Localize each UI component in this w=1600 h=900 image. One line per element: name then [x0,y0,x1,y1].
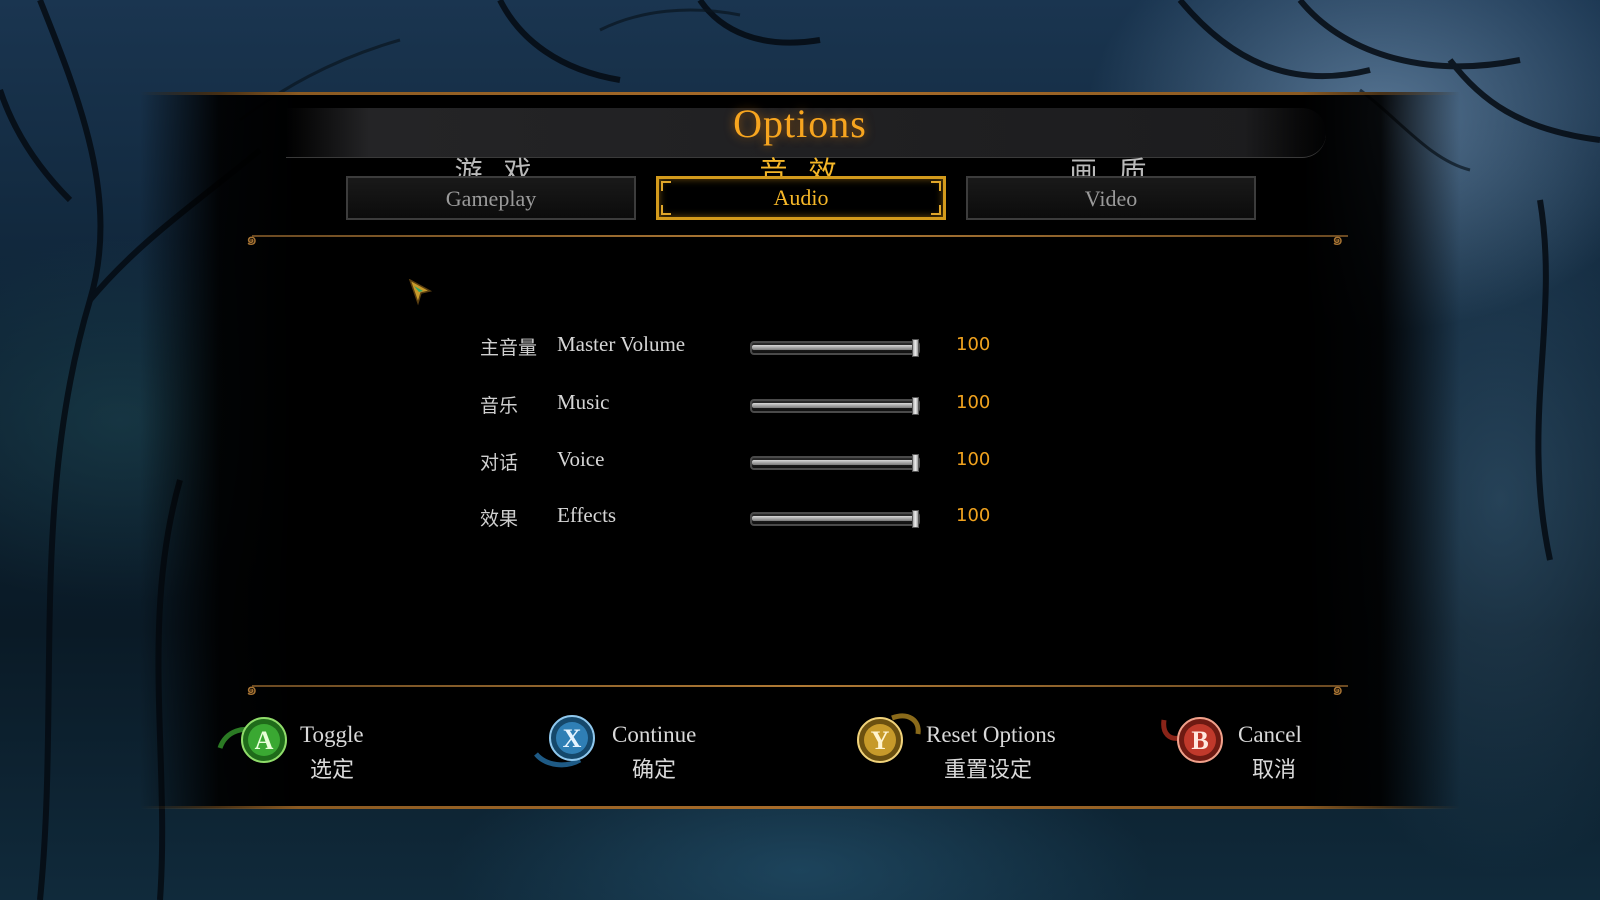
divider-scroll-right-icon: ๑ [1332,679,1344,699]
tab-audio[interactable]: Audio [656,176,946,220]
button-glyph: X [563,724,582,753]
slider-thumb[interactable] [912,397,919,415]
cancel-label: Cancel [1238,722,1302,747]
setting-label: Voice [557,447,605,471]
tab-video[interactable]: Video [966,176,1256,220]
page-title: Options [733,101,867,146]
button-glyph: A [255,726,274,755]
toggle-label: Toggle [300,722,364,747]
divider-scroll-left-icon: ๑ [246,679,258,699]
setting-label: Master Volume [557,332,686,356]
setting-value: 100 [956,505,991,526]
mouse-cursor-icon [408,279,433,306]
setting-label-zh: 主音量 [480,337,538,359]
b-button-icon: B [1161,717,1223,763]
setting-row-effects: 效果 Effects 100 [480,502,1040,532]
tab-audio-label: Audio [773,185,829,210]
a-button-icon: A [217,717,287,763]
setting-label: Music [557,390,610,414]
x-button-icon: X [534,715,595,768]
voice-slider[interactable] [750,452,920,472]
panel-bottom-edge [140,806,1460,809]
toggle-label-zh: 选定 [310,758,355,783]
setting-row-master-volume: 主音量 Master Volume 100 [480,331,1040,361]
bottom-divider [252,685,1348,687]
slider-fill [752,460,914,465]
tab-gameplay-label: Gameplay [445,186,537,211]
button-glyph: B [1191,726,1208,755]
divider-scroll-left-icon: ๑ [246,229,258,249]
tab-gameplay[interactable]: Gameplay [346,176,636,220]
slider-fill [752,345,914,350]
effects-slider[interactable] [750,508,920,528]
slider-thumb[interactable] [912,510,919,528]
cancel-button[interactable]: B Cancel 取消 [1160,710,1320,783]
continue-button[interactable]: X Continue 确定 [532,710,722,783]
reset-options-label: Reset Options [926,722,1056,747]
setting-row-voice: 对话 Voice 100 [480,446,1040,476]
y-button-icon: Y [857,713,921,763]
toggle-button[interactable]: A Toggle 选定 [216,710,386,783]
top-divider [252,235,1348,237]
setting-label-zh: 音乐 [480,395,519,417]
setting-value: 100 [956,334,991,355]
reset-options-label-zh: 重置设定 [944,758,1033,783]
setting-value: 100 [956,449,991,470]
continue-label: Continue [612,722,697,747]
continue-label-zh: 确定 [632,758,677,783]
button-glyph: Y [871,726,890,755]
setting-label-zh: 效果 [480,508,519,530]
divider-scroll-right-icon: ๑ [1332,229,1344,249]
slider-thumb[interactable] [912,454,919,472]
setting-row-music: 音乐 Music 100 [480,389,1040,419]
music-slider[interactable] [750,395,920,415]
tab-video-label: Video [1084,186,1138,211]
setting-label: Effects [557,503,617,527]
panel-top-edge [140,92,1460,95]
master-volume-slider[interactable] [750,337,920,357]
setting-label-zh: 对话 [480,452,519,474]
slider-thumb[interactable] [912,339,919,357]
reset-options-button[interactable]: Y Reset Options 重置设定 [848,710,1088,783]
setting-value: 100 [956,392,991,413]
slider-fill [752,516,914,521]
slider-fill [752,403,914,408]
cancel-label-zh: 取消 [1252,758,1297,783]
